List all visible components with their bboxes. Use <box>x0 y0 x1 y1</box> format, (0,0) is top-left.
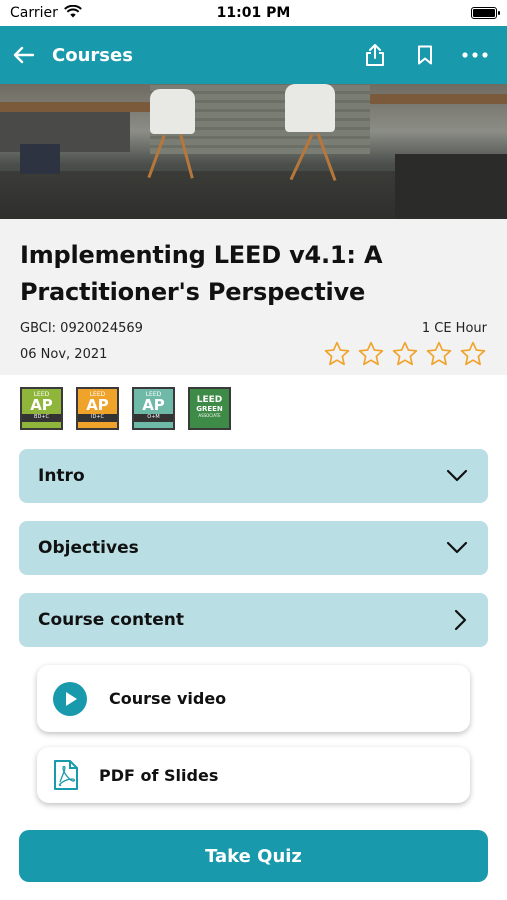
wifi-icon <box>64 4 82 22</box>
credential-badges: LEED AP BD+C LEED AP ID+C LEED AP O+M LEED GREEN AS… <box>0 375 507 433</box>
star-icon[interactable] <box>459 340 487 368</box>
section-intro[interactable]: Intro <box>19 449 488 503</box>
leed-badge: LEED AP BD+C <box>20 387 63 430</box>
bookmark-icon[interactable] <box>405 35 445 75</box>
badge-bottom: ID+C <box>78 414 117 422</box>
badge-top: LEED <box>196 395 223 405</box>
star-icon[interactable] <box>323 340 351 368</box>
share-icon[interactable] <box>355 35 395 75</box>
badge-bottom: BD+C <box>22 414 61 422</box>
chevron-down-icon <box>446 469 468 483</box>
course-content-list: Course video PDF of Slides <box>0 665 507 803</box>
pdf-slides-label: PDF of Slides <box>99 765 219 785</box>
section-course-content[interactable]: Course content <box>19 593 488 647</box>
section-objectives[interactable]: Objectives <box>19 521 488 575</box>
nav-title: Courses <box>52 44 133 66</box>
carrier-label: Carrier <box>10 5 58 21</box>
badge-main: GREEN <box>196 405 223 413</box>
more-icon[interactable] <box>455 35 495 75</box>
take-quiz-button[interactable]: Take Quiz <box>19 830 488 882</box>
badge-main: AP <box>142 396 165 414</box>
ce-hours: 1 CE Hour <box>421 321 487 336</box>
star-icon[interactable] <box>357 340 385 368</box>
play-icon <box>53 681 87 716</box>
status-bar: Carrier 11:01 PM <box>0 0 507 26</box>
pdf-icon <box>53 758 79 792</box>
leed-badge: LEED AP ID+C <box>76 387 119 430</box>
course-date: 06 Nov, 2021 <box>20 346 108 362</box>
course-video-item[interactable]: Course video <box>37 665 470 732</box>
badge-bottom: O+M <box>134 414 173 422</box>
leed-badge: LEED AP O+M <box>132 387 175 430</box>
course-header: Implementing LEED v4.1: A Practitioner's… <box>0 219 507 375</box>
nav-bar: Courses <box>0 26 507 84</box>
star-icon[interactable] <box>425 340 453 368</box>
back-arrow-icon[interactable] <box>12 46 34 64</box>
gbci-number: GBCI: 0920024569 <box>20 321 143 336</box>
section-label: Objectives <box>38 538 139 558</box>
course-hero-image <box>0 84 507 219</box>
section-label: Intro <box>38 466 85 486</box>
course-meta-row: GBCI: 0920024569 1 CE Hour <box>20 321 487 336</box>
leed-badge: LEED GREEN ASSOCIATE <box>188 387 231 430</box>
course-date-row: 06 Nov, 2021 <box>20 340 487 368</box>
star-icon[interactable] <box>391 340 419 368</box>
pdf-slides-item[interactable]: PDF of Slides <box>37 747 470 803</box>
badge-main: AP <box>86 396 109 414</box>
chevron-down-icon <box>446 541 468 555</box>
badge-main: AP <box>30 396 53 414</box>
section-label: Course content <box>38 610 184 630</box>
battery-icon <box>471 7 500 19</box>
course-title: Implementing LEED v4.1: A Practitioner's… <box>20 241 383 306</box>
rating-stars[interactable] <box>323 340 487 368</box>
course-video-label: Course video <box>109 689 227 708</box>
status-left: Carrier <box>10 4 82 22</box>
chevron-right-icon <box>454 609 468 631</box>
badge-bottom: ASSOCIATE <box>198 413 221 418</box>
